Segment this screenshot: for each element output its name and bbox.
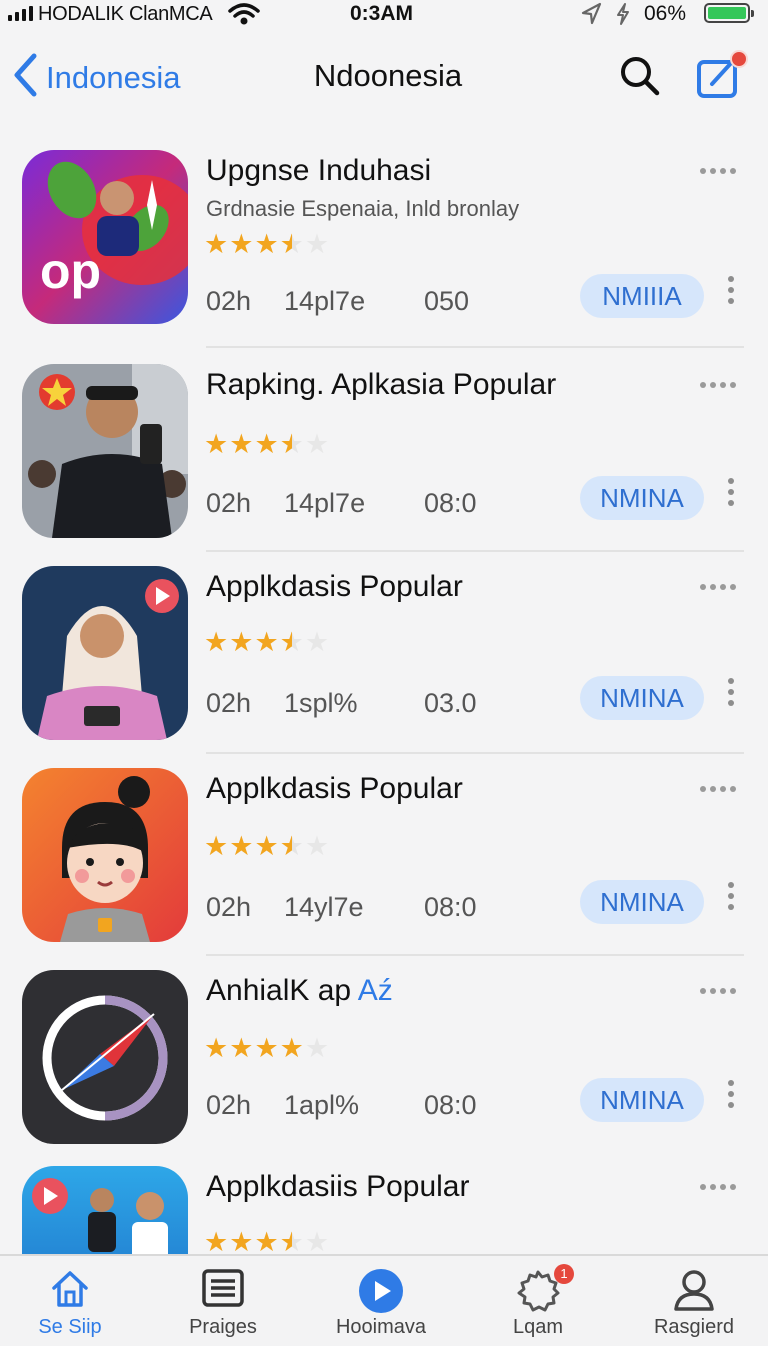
tab-hooimava[interactable]: Hooimava: [311, 1256, 451, 1346]
play-icon: [358, 1268, 404, 1319]
app-icon-man-phone[interactable]: [22, 364, 188, 538]
chevron-left-icon: [12, 52, 38, 103]
app-title: Applkdasis Popular: [206, 772, 463, 805]
person-icon: [672, 1268, 716, 1317]
meta-version: 08:0: [424, 488, 477, 518]
meta-version: 08:0: [424, 892, 477, 922]
list-item[interactable]: op Upgnse Induhasi Grdnasie Espenaia, In…: [0, 140, 768, 348]
app-icon-cartoon-girl[interactable]: [22, 768, 188, 942]
app-title: AnhialK ap Aź: [206, 974, 393, 1008]
app-subtitle: Grdnasie Espenaia, Inld bronlay: [206, 196, 520, 221]
star-rating: ★ ★ ★ ★ ★: [204, 429, 330, 459]
list-item[interactable]: Applkdasiis Popular ★ ★ ★ ★ ★: [0, 1156, 768, 1254]
battery-icon: [704, 3, 754, 23]
meta-downloads: 14pl7e: [284, 488, 366, 518]
divider: [206, 346, 744, 348]
list-icon: [201, 1268, 245, 1313]
meta-downloads: 14yl7e: [284, 892, 364, 922]
tab-label: Praiges: [189, 1316, 257, 1338]
app-icon-woman-hijab[interactable]: [22, 566, 188, 740]
meta-size: 02h: [206, 488, 252, 518]
divider: [206, 752, 744, 754]
more-icon[interactable]: [700, 382, 736, 388]
meta-downloads: 1spl%: [284, 688, 358, 718]
charging-bolt-icon: [614, 2, 632, 31]
meta-version: 050: [424, 286, 470, 316]
more-icon[interactable]: [700, 1184, 736, 1190]
meta-size: 02h: [206, 688, 252, 718]
app-title-accent: Aź: [357, 974, 393, 1007]
app-icon-text: op: [40, 243, 101, 299]
location-arrow-icon: [580, 2, 602, 31]
meta-size: 02h: [206, 1090, 252, 1120]
options-icon[interactable]: [728, 678, 734, 706]
list-item[interactable]: AnhialK ap Aź ★ ★ ★ ★ ★ 02h 1apl% 08:0 NMINA: [0, 960, 768, 1160]
list-item[interactable]: Applkdasis Popular ★ ★ ★ ★ ★ 02h 14yl7e 08:0…: [0, 758, 768, 958]
app-icon-video-people[interactable]: [22, 1166, 188, 1254]
app-title-text: AnhialK ap: [206, 974, 352, 1007]
get-button[interactable]: NMINA: [580, 880, 704, 924]
clock: 0:3AM: [350, 2, 414, 25]
options-icon[interactable]: [728, 1080, 734, 1108]
tab-lqam[interactable]: 1 Lqam: [468, 1256, 608, 1346]
get-button[interactable]: NMINA: [580, 1078, 704, 1122]
compose-button[interactable]: [694, 48, 748, 107]
meta-downloads: 14pl7e: [284, 286, 366, 316]
meta-version: 08:0: [424, 1090, 477, 1120]
nav-bar: Indonesia Ndoonesia: [0, 40, 768, 116]
tab-home[interactable]: Se Siip: [0, 1256, 140, 1346]
app-title: Applkdasis Popular: [206, 570, 463, 603]
back-button[interactable]: Indonesia: [12, 52, 180, 103]
more-icon[interactable]: [700, 168, 736, 174]
app-title: Applkdasiis Popular: [206, 1170, 470, 1203]
tab-profile[interactable]: Rasgierd: [624, 1256, 764, 1346]
tab-bar: Se Siip Praiges Hooimava 1 Lqam Rasgierd: [0, 1254, 768, 1346]
tab-label: Hooimava: [335, 1316, 427, 1338]
get-button[interactable]: NMIIIA: [580, 274, 704, 318]
battery-percent: 06%: [644, 2, 687, 25]
star-rating: ★ ★ ★ ★ ★: [204, 1033, 330, 1063]
home-icon: [49, 1268, 91, 1315]
notification-dot: [730, 50, 748, 68]
more-icon[interactable]: [700, 988, 736, 994]
star-rating: ★ ★ ★ ★ ★: [204, 1227, 330, 1254]
list-item[interactable]: Rapking. Aplkasia Popular ★ ★ ★ ★ ★ 02h 14pl…: [0, 354, 768, 554]
meta-version: 03.0: [424, 688, 477, 718]
search-button[interactable]: [618, 54, 662, 103]
signal-icon: [8, 6, 33, 21]
status-bar: HODALIK ClanMCA 0:3AM 06%: [0, 0, 768, 30]
meta-size: 02h: [206, 286, 252, 316]
tab-label: Lqam: [512, 1316, 564, 1338]
wifi-icon: [228, 2, 260, 31]
app-icon-compass[interactable]: [22, 970, 188, 1144]
star-rating: ★ ★ ★ ★ ★: [204, 229, 330, 259]
app-icon-op[interactable]: op: [22, 150, 188, 324]
back-label: Indonesia: [46, 59, 181, 95]
options-icon[interactable]: [728, 882, 734, 910]
notification-badge: 1: [554, 1264, 574, 1284]
more-icon[interactable]: [700, 584, 736, 590]
search-icon: [621, 57, 660, 96]
divider: [206, 550, 744, 552]
options-icon[interactable]: [728, 276, 734, 304]
options-icon[interactable]: [728, 478, 734, 506]
carrier-name: HODALIK ClanMCA: [38, 3, 213, 25]
list-item[interactable]: Applkdasis Popular ★ ★ ★ ★ ★ 02h 1spl% 03.0 …: [0, 556, 768, 756]
star-rating: ★ ★ ★ ★ ★: [204, 627, 330, 657]
tab-praiges[interactable]: Praiges: [153, 1256, 293, 1346]
tab-label: Rasgierd: [653, 1316, 735, 1338]
get-button[interactable]: NMINA: [580, 476, 704, 520]
meta-size: 02h: [206, 892, 252, 922]
star-rating: ★ ★ ★ ★ ★: [204, 831, 330, 861]
app-title: Upgnse Induhasi: [206, 154, 432, 187]
get-button[interactable]: NMINA: [580, 676, 704, 720]
tab-label: Se Siip: [38, 1316, 102, 1338]
app-title: Rapking. Aplkasia Popular: [206, 368, 557, 401]
more-icon[interactable]: [700, 786, 736, 792]
divider: [206, 954, 744, 956]
meta-downloads: 1apl%: [284, 1090, 360, 1120]
